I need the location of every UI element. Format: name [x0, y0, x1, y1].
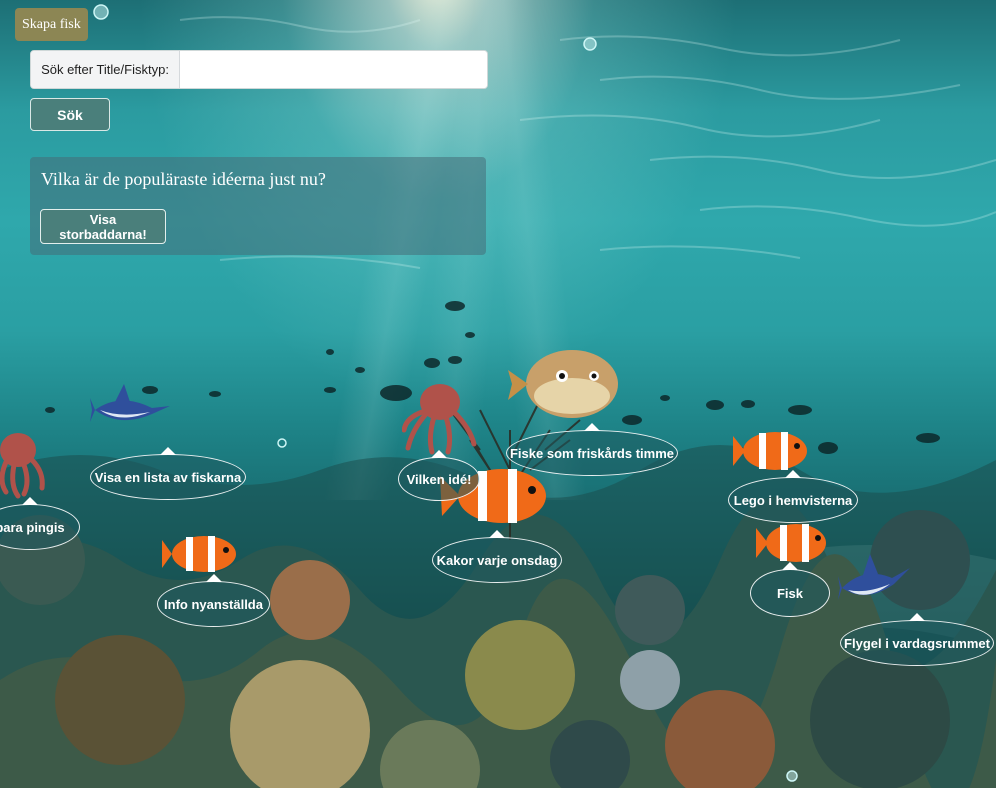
- idea-bubble[interactable]: Info nyanställda: [157, 574, 270, 627]
- idea-bubble[interactable]: Lego i hemvisterna: [728, 470, 858, 523]
- search-label: Sök efter Title/Fisktyp:: [31, 51, 180, 88]
- swordfish-icon[interactable]: [90, 384, 170, 436]
- pufferfish-icon[interactable]: [506, 346, 622, 422]
- idea-bubble[interactable]: Fiske som friskårds timme: [506, 423, 678, 476]
- popular-ideas-panel: Vilka är de populäraste idéerna just nu?…: [30, 157, 486, 255]
- clownfish-icon[interactable]: [756, 518, 832, 568]
- idea-bubble[interactable]: Vilken idé!: [398, 450, 480, 501]
- search-button[interactable]: Sök: [30, 98, 110, 131]
- popular-ideas-title: Vilka är de populäraste idéerna just nu?: [41, 169, 326, 189]
- ocean-scene: Skapa fisk Sök efter Title/Fisktyp: Sök …: [0, 0, 996, 788]
- swordfish-icon[interactable]: [838, 550, 910, 608]
- show-top-ideas-button[interactable]: Visa storbaddarna!: [40, 209, 166, 244]
- search-bar: Sök efter Title/Fisktyp:: [30, 50, 488, 89]
- octopus-icon[interactable]: [0, 430, 50, 500]
- idea-bubble[interactable]: Kakor varje onsdag: [432, 530, 562, 583]
- idea-bubble[interactable]: Visa en lista av fiskarna: [90, 447, 246, 500]
- clownfish-icon[interactable]: [733, 426, 811, 476]
- octopus-icon[interactable]: [402, 382, 480, 456]
- search-input[interactable]: [180, 51, 487, 88]
- create-fish-button[interactable]: Skapa fisk: [15, 8, 88, 41]
- idea-bubble[interactable]: Fisk: [750, 562, 830, 617]
- clownfish-icon[interactable]: [162, 530, 240, 578]
- idea-bubble[interactable]: Flygel i vardagsrummet: [840, 613, 994, 666]
